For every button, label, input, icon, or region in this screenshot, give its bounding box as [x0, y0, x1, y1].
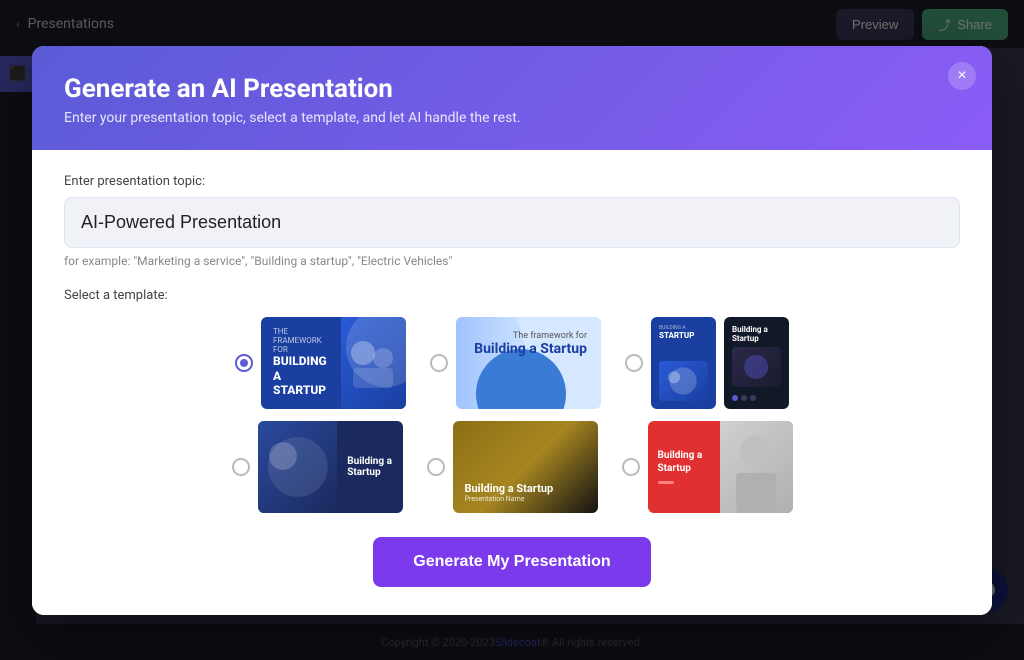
template-radio-3[interactable] [625, 354, 643, 372]
t5-left [258, 421, 338, 513]
topic-hint: for example: "Marketing a service", "Bui… [64, 254, 960, 268]
template-item-5[interactable]: Building a Startup [232, 421, 403, 513]
modal-subtitle: Enter your presentation topic, select a … [64, 110, 960, 126]
modal: Generate an AI Presentation Enter your p… [32, 46, 992, 615]
template-radio-1[interactable] [235, 354, 253, 372]
template-field-label: Select a template: [64, 288, 960, 303]
template-radio-5[interactable] [232, 458, 250, 476]
template-item-2[interactable]: The framework for Building a Startup [430, 317, 601, 409]
t1-right [341, 317, 406, 409]
topic-input[interactable] [64, 197, 960, 248]
template-card-4[interactable]: Building a Startup [724, 317, 789, 409]
modal-body: Enter presentation topic: for example: "… [32, 150, 992, 615]
template-card-1[interactable]: The framework for BUILDING A STARTUP [261, 317, 406, 409]
topic-field-label: Enter presentation topic: [64, 174, 960, 189]
modal-header: Generate an AI Presentation Enter your p… [32, 46, 992, 150]
template-item-6[interactable]: Building a Startup Presentation Name [427, 421, 598, 513]
template-row-2: Building a Startup Building a Startup [64, 421, 960, 513]
t1-left: The framework for BUILDING A STARTUP [261, 317, 341, 409]
template-card-2[interactable]: The framework for Building a Startup [456, 317, 601, 409]
template-card-6[interactable]: Building a Startup Presentation Name [453, 421, 598, 513]
modal-overlay: Generate an AI Presentation Enter your p… [0, 0, 1024, 660]
t3-img [659, 361, 708, 401]
t7-left: Building a Startup [648, 421, 728, 513]
template-radio-7[interactable] [622, 458, 640, 476]
template-row-1: The framework for BUILDING A STARTUP [64, 317, 960, 409]
t5-right: Building a Startup [337, 446, 402, 488]
generate-button[interactable]: Generate My Presentation [373, 537, 650, 587]
template-radio-6[interactable] [427, 458, 445, 476]
modal-close-button[interactable]: × [948, 62, 976, 90]
generate-btn-wrap: Generate My Presentation [64, 537, 960, 587]
template-grid: The framework for BUILDING A STARTUP [64, 317, 960, 513]
template-card-5[interactable]: Building a Startup [258, 421, 403, 513]
template-radio-2[interactable] [430, 354, 448, 372]
template-item-1[interactable]: The framework for BUILDING A STARTUP [235, 317, 406, 409]
t7-person [720, 421, 793, 513]
modal-title: Generate an AI Presentation [64, 74, 960, 104]
template-item-7[interactable]: Building a Startup [622, 421, 793, 513]
template-item-34[interactable]: BUILDING A STARTUP [625, 317, 789, 409]
t4-img [732, 347, 781, 387]
t5-img [258, 421, 338, 513]
template-card-7[interactable]: Building a Startup [648, 421, 793, 513]
portrait-pair: BUILDING A STARTUP [651, 317, 789, 409]
template-card-3[interactable]: BUILDING A STARTUP [651, 317, 716, 409]
